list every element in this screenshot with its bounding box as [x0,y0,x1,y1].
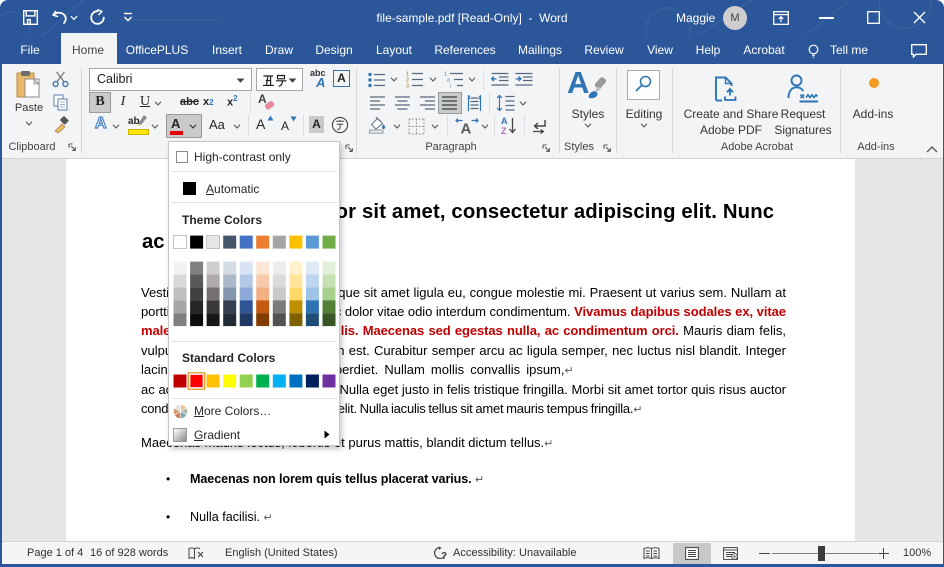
svg-text:?: ? [441,551,447,561]
svg-text:A: A [501,116,508,126]
svg-text:3: 3 [406,84,409,88]
svg-text:Z: Z [501,126,507,136]
svg-text:A: A [461,121,472,136]
svg-text:i: i [450,84,451,88]
